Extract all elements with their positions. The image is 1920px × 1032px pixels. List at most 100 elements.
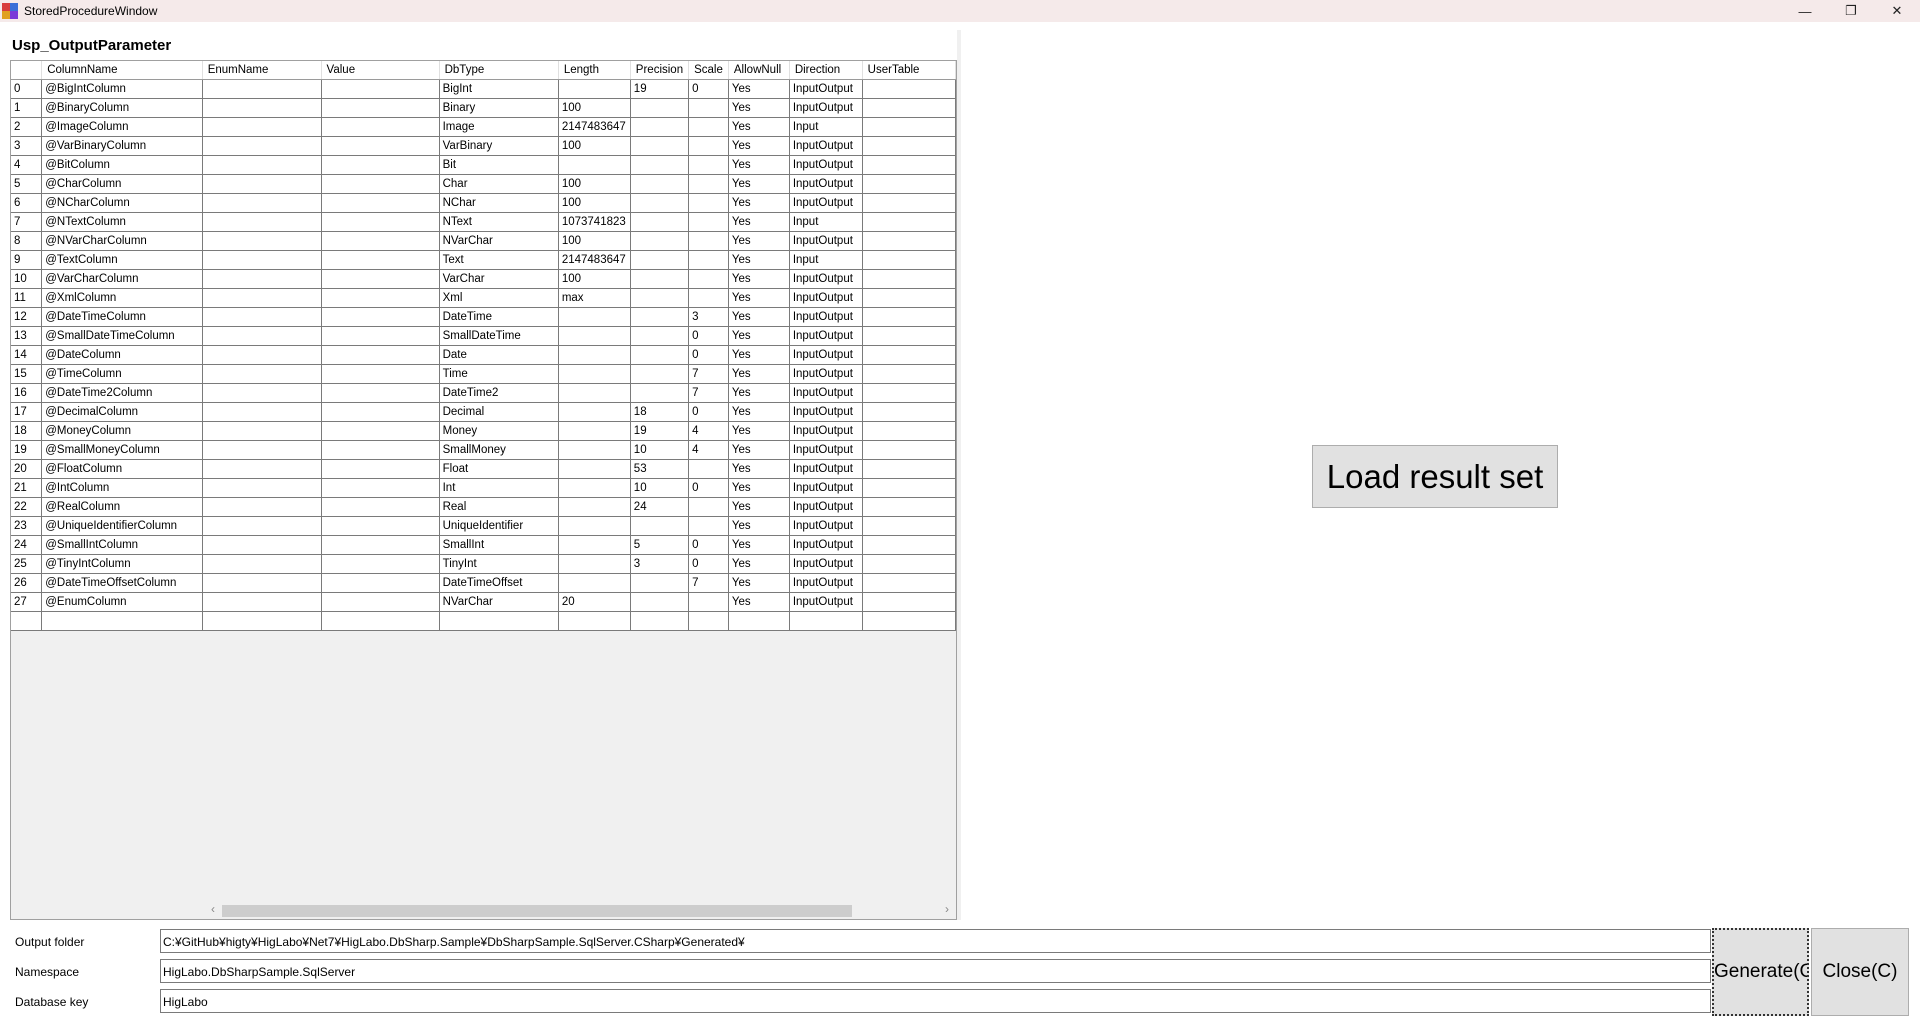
table-cell[interactable] bbox=[321, 250, 440, 270]
table-cell[interactable] bbox=[321, 421, 440, 441]
table-cell[interactable]: 100 bbox=[558, 98, 631, 118]
table-cell[interactable] bbox=[630, 117, 690, 137]
table-cell[interactable]: Yes bbox=[728, 174, 790, 194]
table-cell[interactable] bbox=[321, 611, 440, 631]
table-cell[interactable]: @DateColumn bbox=[41, 345, 203, 365]
table-cell[interactable]: 3 bbox=[11, 136, 43, 156]
table-cell[interactable]: InputOutput bbox=[789, 383, 863, 403]
table-cell[interactable] bbox=[202, 307, 322, 327]
table-row[interactable]: 25 @TinyIntColumn TinyInt 3 0 Yes InputOutput bbox=[11, 554, 956, 574]
table-cell[interactable] bbox=[202, 136, 322, 156]
table-cell[interactable]: InputOutput bbox=[789, 155, 863, 175]
table-cell[interactable]: Yes bbox=[728, 573, 790, 593]
table-cell[interactable]: max bbox=[558, 288, 631, 308]
table-cell[interactable]: Float bbox=[439, 459, 559, 479]
table-cell[interactable] bbox=[202, 231, 322, 251]
table-row[interactable]: 24 @SmallIntColumn SmallInt 5 0 Yes InputOutpu… bbox=[11, 535, 956, 555]
table-cell[interactable] bbox=[862, 326, 956, 346]
table-cell[interactable]: Yes bbox=[728, 98, 790, 118]
table-cell[interactable]: 7 bbox=[688, 364, 729, 384]
table-cell[interactable]: @EnumColumn bbox=[41, 592, 203, 612]
table-cell[interactable] bbox=[321, 269, 440, 289]
column-header[interactable]: EnumName bbox=[202, 61, 322, 80]
table-cell[interactable] bbox=[558, 421, 631, 441]
table-cell[interactable] bbox=[630, 231, 690, 251]
table-cell[interactable]: SmallInt bbox=[439, 535, 559, 555]
table-cell[interactable] bbox=[688, 155, 729, 175]
table-cell[interactable] bbox=[558, 611, 631, 631]
table-row[interactable]: 12 @DateTimeColumn DateTime 3 Yes InputOutput bbox=[11, 307, 956, 327]
table-cell[interactable] bbox=[862, 212, 956, 232]
table-cell[interactable] bbox=[202, 326, 322, 346]
table-cell[interactable] bbox=[321, 193, 440, 213]
table-row[interactable]: 0 @BigIntColumn BigInt 19 0 Yes InputOutput bbox=[11, 79, 956, 99]
table-cell[interactable] bbox=[688, 516, 729, 536]
table-cell[interactable]: Yes bbox=[728, 307, 790, 327]
table-cell[interactable] bbox=[558, 535, 631, 555]
table-cell[interactable]: InputOutput bbox=[789, 516, 863, 536]
table-cell[interactable]: @DateTimeColumn bbox=[41, 307, 203, 327]
table-cell[interactable]: TinyInt bbox=[439, 554, 559, 574]
table-cell[interactable] bbox=[321, 326, 440, 346]
table-cell[interactable]: NVarChar bbox=[439, 592, 559, 612]
table-cell[interactable] bbox=[862, 402, 956, 422]
table-cell[interactable]: @NCharColumn bbox=[41, 193, 203, 213]
table-cell[interactable]: VarChar bbox=[439, 269, 559, 289]
table-cell[interactable] bbox=[862, 231, 956, 251]
table-cell[interactable] bbox=[11, 611, 43, 631]
table-row[interactable]: 16 @DateTime2Column DateTime2 7 Yes InputOutp… bbox=[11, 383, 956, 403]
table-cell[interactable]: UniqueIdentifier bbox=[439, 516, 559, 536]
table-cell[interactable]: Yes bbox=[728, 478, 790, 498]
table-cell[interactable] bbox=[789, 611, 863, 631]
output-folder-input[interactable]: C:¥GitHub¥higty¥HigLabo¥Net7¥HigLabo.DbS… bbox=[160, 929, 1711, 953]
table-cell[interactable]: 24 bbox=[630, 497, 690, 517]
close-window-button[interactable]: ✕ bbox=[1874, 0, 1920, 22]
table-cell[interactable] bbox=[558, 478, 631, 498]
table-row[interactable]: 26 @DateTimeOffsetColumn DateTimeOffset 7 Ye… bbox=[11, 573, 956, 593]
table-cell[interactable] bbox=[862, 383, 956, 403]
table-row[interactable]: 19 @SmallMoneyColumn SmallMoney 10 4 Yes Input… bbox=[11, 440, 956, 460]
table-cell[interactable] bbox=[202, 250, 322, 270]
table-cell[interactable]: @DateTimeOffsetColumn bbox=[41, 573, 203, 593]
table-cell[interactable]: 0 bbox=[688, 326, 729, 346]
table-cell[interactable] bbox=[321, 440, 440, 460]
table-cell[interactable]: 11 bbox=[11, 288, 43, 308]
table-cell[interactable]: Yes bbox=[728, 440, 790, 460]
table-cell[interactable] bbox=[321, 98, 440, 118]
table-cell[interactable]: Yes bbox=[728, 193, 790, 213]
table-cell[interactable]: 24 bbox=[11, 535, 43, 555]
table-cell[interactable]: Yes bbox=[728, 535, 790, 555]
table-cell[interactable] bbox=[558, 79, 631, 99]
table-cell[interactable] bbox=[202, 383, 322, 403]
table-cell[interactable] bbox=[202, 516, 322, 536]
table-cell[interactable] bbox=[202, 155, 322, 175]
table-cell[interactable] bbox=[439, 611, 559, 631]
table-cell[interactable]: 23 bbox=[11, 516, 43, 536]
table-cell[interactable] bbox=[862, 497, 956, 517]
column-header[interactable]: DbType bbox=[439, 61, 559, 80]
parameter-grid[interactable]: ColumnName EnumName Value DbType Length Preci… bbox=[10, 60, 957, 920]
table-cell[interactable] bbox=[862, 421, 956, 441]
table-cell[interactable]: InputOutput bbox=[789, 136, 863, 156]
table-cell[interactable] bbox=[630, 212, 690, 232]
table-cell[interactable] bbox=[862, 136, 956, 156]
table-cell[interactable] bbox=[321, 402, 440, 422]
table-row[interactable]: 9 @TextColumn Text 2147483647 Yes Input bbox=[11, 250, 956, 270]
table-cell[interactable] bbox=[202, 535, 322, 555]
scrollbar-thumb[interactable] bbox=[222, 905, 852, 917]
table-cell[interactable] bbox=[558, 573, 631, 593]
table-row[interactable]: 8 @NVarCharColumn NVarChar 100 Yes InputOutpu… bbox=[11, 231, 956, 251]
table-cell[interactable]: 25 bbox=[11, 554, 43, 574]
table-cell[interactable] bbox=[202, 611, 322, 631]
table-row[interactable]: 2 @ImageColumn Image 2147483647 Yes Input bbox=[11, 117, 956, 137]
table-cell[interactable]: DateTimeOffset bbox=[439, 573, 559, 593]
table-cell[interactable]: Yes bbox=[728, 250, 790, 270]
table-row[interactable]: 10 @VarCharColumn VarChar 100 Yes InputOutput bbox=[11, 269, 956, 289]
table-cell[interactable] bbox=[630, 250, 690, 270]
table-row[interactable]: 23 @UniqueIdentifierColumn UniqueIdentifie… bbox=[11, 516, 956, 536]
table-cell[interactable] bbox=[202, 573, 322, 593]
table-cell[interactable] bbox=[321, 573, 440, 593]
table-cell[interactable]: InputOutput bbox=[789, 79, 863, 99]
table-cell[interactable] bbox=[202, 554, 322, 574]
table-cell[interactable] bbox=[688, 459, 729, 479]
